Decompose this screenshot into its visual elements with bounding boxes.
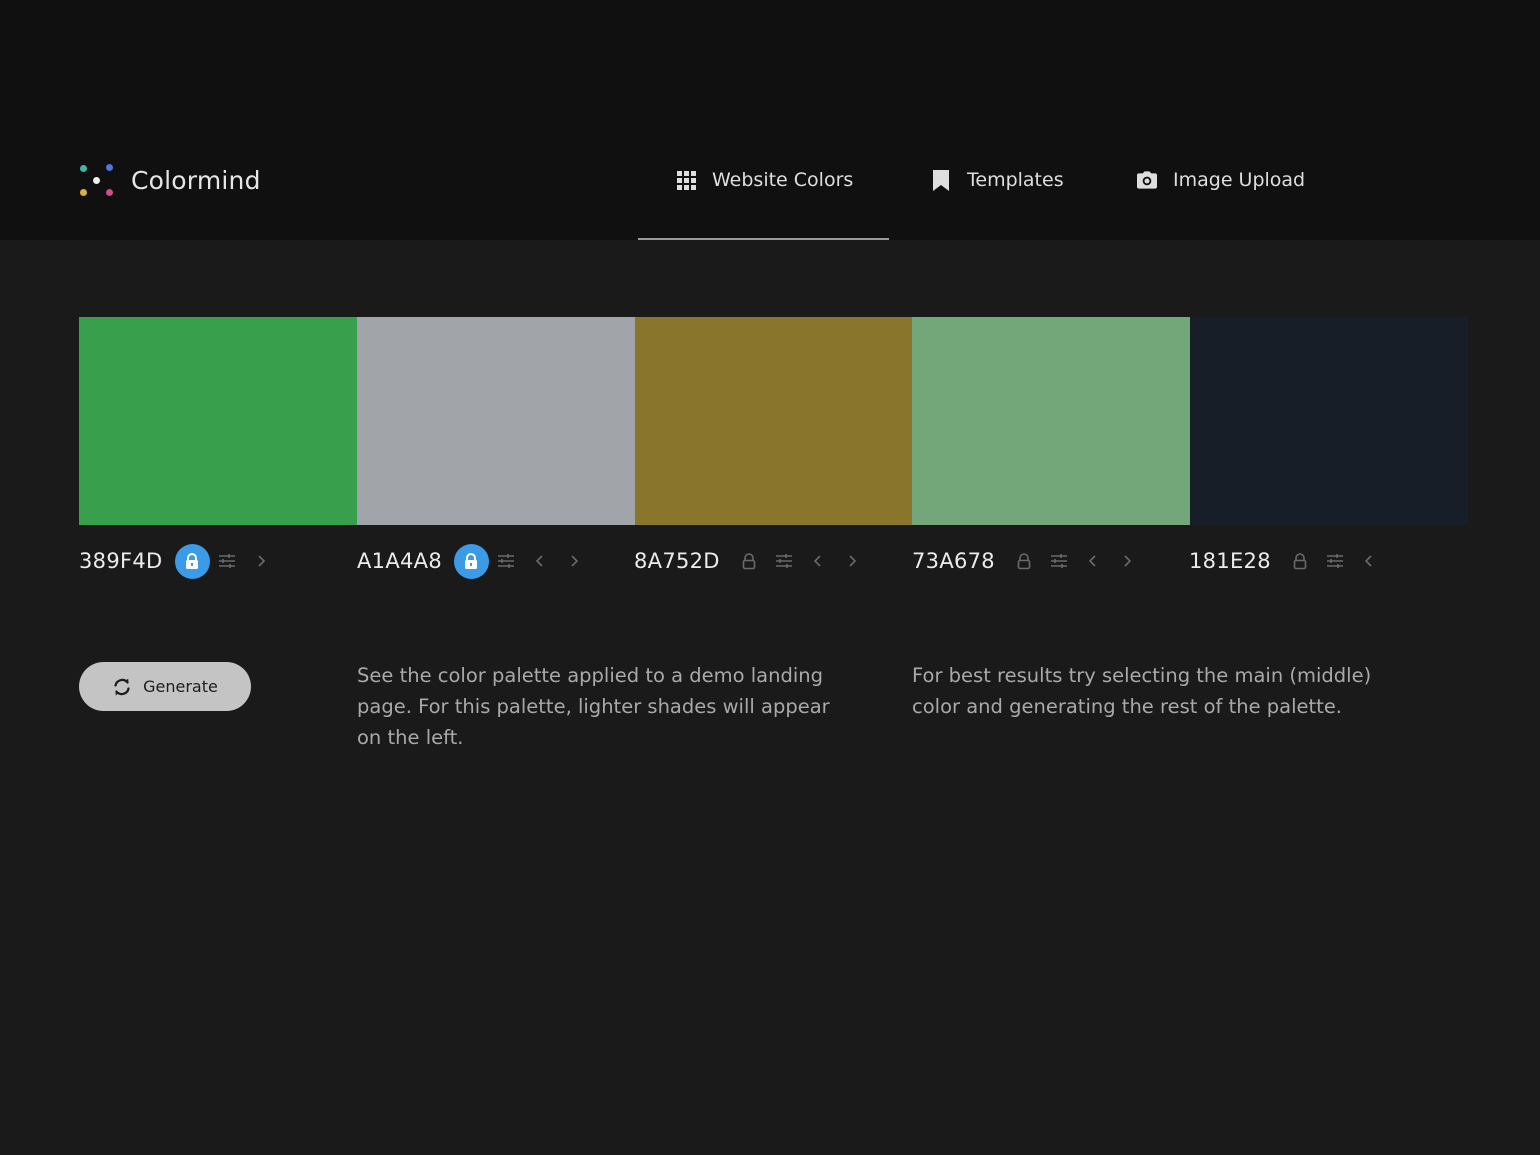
move-right-button[interactable] [244,544,278,578]
lock-icon [186,552,198,569]
swatch-controls-1: 389F4D [79,542,278,580]
move-left-button[interactable] [523,544,557,578]
hex-value[interactable]: 73A678 [912,549,995,573]
grid-icon [676,170,696,190]
color-palette [79,317,1468,525]
generate-button[interactable]: Generate [79,662,251,711]
lock-icon [465,552,478,569]
sliders-icon [497,554,514,568]
color-swatch-1[interactable] [79,317,357,525]
chevron-right-icon [1124,555,1131,567]
lock-button[interactable] [1283,544,1318,579]
demo-description: See the color palette applied to a demo … [357,664,830,749]
sliders-icon [218,554,235,568]
move-left-button[interactable] [1352,544,1386,578]
lock-button[interactable] [1007,544,1042,579]
move-right-button[interactable] [835,544,869,578]
move-right-button[interactable] [1110,544,1144,578]
chevron-left-icon [1088,555,1096,567]
chevron-left-icon [535,555,543,567]
swatch-controls-2: A1A4A8 [357,542,591,580]
tab-label: Templates [967,169,1064,191]
tab-label: Image Upload [1173,169,1306,191]
adjust-button[interactable] [767,544,801,578]
active-tab-indicator [638,238,889,240]
adjust-button[interactable] [210,544,244,578]
move-left-button[interactable] [1076,544,1110,578]
tab-templates[interactable]: Templates [931,158,1064,202]
sliders-icon [1050,554,1067,568]
color-swatch-5[interactable] [1190,317,1468,525]
chevron-right-icon [849,555,856,567]
lock-open-icon [1018,552,1031,569]
tip-description: For best results try selecting the main … [912,664,1372,718]
sliders-icon [775,554,792,568]
swatch-controls-4: 73A678 [912,542,1144,580]
tab-label: Website Colors [712,169,854,191]
sliders-icon [1326,554,1343,568]
lock-open-icon [1294,552,1307,569]
camera-icon [1137,170,1157,190]
adjust-button[interactable] [1042,544,1076,578]
adjust-button[interactable] [489,544,523,578]
generate-label: Generate [143,677,218,696]
color-swatch-3[interactable] [634,317,913,525]
lock-button[interactable] [453,543,489,579]
lock-open-icon [742,552,756,569]
lock-button[interactable] [732,544,767,579]
lock-button[interactable] [174,543,210,579]
chevron-left-icon [813,555,821,567]
hex-value[interactable]: 181E28 [1189,549,1271,573]
tab-website-colors[interactable]: Website Colors [676,158,853,202]
bookmark-icon [931,169,951,191]
chevron-left-icon [1364,555,1372,567]
move-right-button[interactable] [557,544,591,578]
swatch-controls-5: 181E28 [1189,542,1386,580]
adjust-button[interactable] [1318,544,1352,578]
app-header: Colormind Website Colors Templates Image… [0,0,1540,240]
refresh-icon [112,677,132,697]
hex-value[interactable]: 389F4D [79,549,163,573]
move-left-button[interactable] [801,544,835,578]
chevron-right-icon [571,555,578,567]
color-swatch-4[interactable] [912,317,1191,525]
hex-value[interactable]: A1A4A8 [357,549,442,573]
swatch-controls-3: 8A752D [634,542,869,580]
chevron-right-icon [257,555,265,567]
tab-image-upload[interactable]: Image Upload [1137,158,1305,202]
hex-value[interactable]: 8A752D [634,549,720,573]
color-swatch-2[interactable] [356,317,635,525]
main-nav: Website Colors Templates Image Upload [0,158,1540,240]
